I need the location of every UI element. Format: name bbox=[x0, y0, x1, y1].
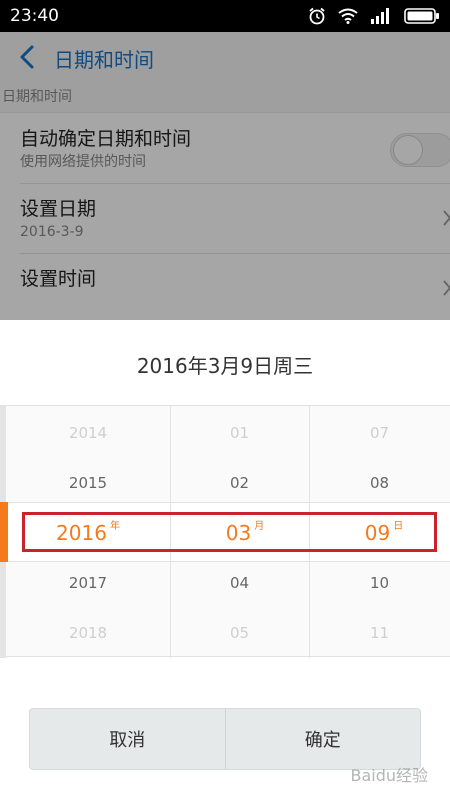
status-icons bbox=[308, 7, 440, 25]
battery-icon bbox=[404, 8, 439, 24]
alarm-icon bbox=[309, 7, 325, 25]
year-option[interactable]: 2015 bbox=[6, 473, 170, 493]
day-option[interactable]: 11 bbox=[309, 623, 450, 643]
month-option[interactable]: 02 bbox=[170, 473, 309, 493]
picker-title: 2016年3月9日周三 bbox=[136, 354, 314, 378]
watermark: Baidu经验 bbox=[350, 766, 428, 785]
date-picker-sheet: 2016年3月9日周三 2014 2015 2016 年 2017 2018 01… bbox=[0, 320, 450, 800]
cancel-button[interactable]: 取消 bbox=[30, 709, 225, 769]
wifi-icon bbox=[338, 8, 358, 24]
month-option[interactable]: 04 bbox=[170, 573, 309, 593]
date-wheel[interactable]: 2014 2015 2016 年 2017 2018 01 02 03 月 04 0… bbox=[0, 405, 450, 658]
status-bar: 23:40 bbox=[0, 0, 450, 32]
day-option[interactable]: 10 bbox=[309, 573, 450, 593]
year-option[interactable]: 2014 bbox=[6, 423, 170, 443]
day-option[interactable]: 08 bbox=[309, 473, 450, 493]
action-buttons: 取消 确定 bbox=[29, 708, 421, 770]
month-option[interactable]: 05 bbox=[170, 623, 309, 643]
selected-date-highlight bbox=[22, 512, 437, 552]
year-option[interactable]: 2018 bbox=[6, 623, 170, 643]
month-option[interactable]: 01 bbox=[170, 423, 309, 443]
status-time: 23:40 bbox=[10, 6, 59, 26]
day-option[interactable]: 07 bbox=[309, 423, 450, 443]
year-option[interactable]: 2017 bbox=[6, 573, 170, 593]
signal-icon bbox=[371, 8, 389, 24]
confirm-button[interactable]: 确定 bbox=[224, 709, 421, 769]
